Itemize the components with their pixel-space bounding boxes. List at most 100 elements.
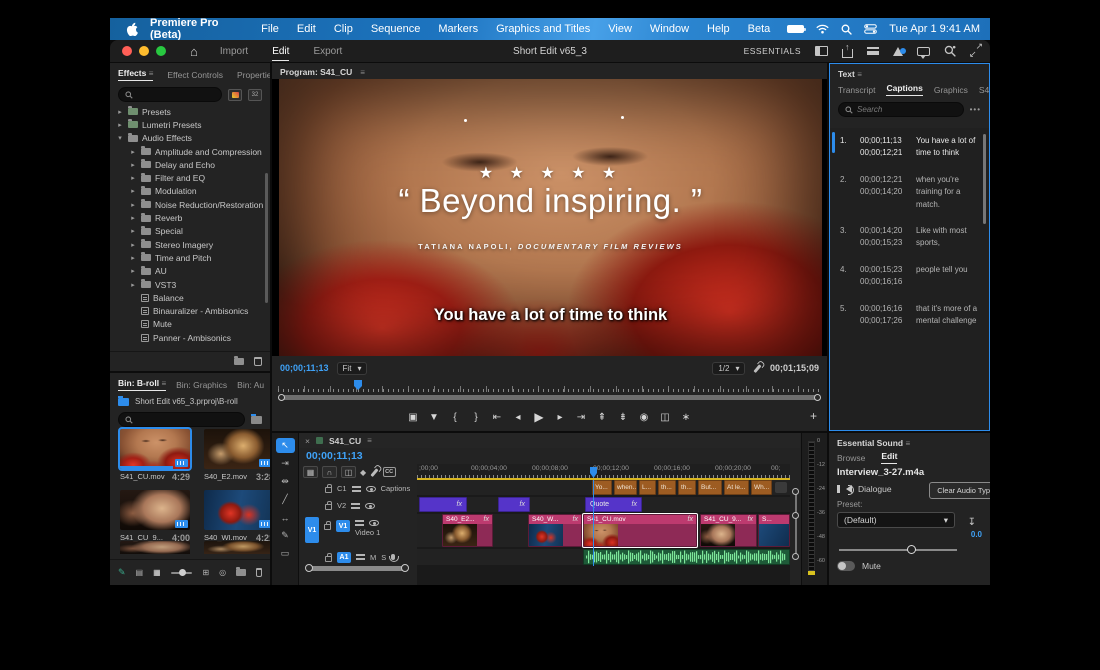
tree-collapsed-icon[interactable]: ▸ (129, 161, 137, 169)
clip-thumbnail[interactable] (120, 490, 190, 530)
selection-tool[interactable]: ↖ (276, 438, 295, 453)
automate-to-sequence-icon[interactable]: ⊞ (202, 568, 209, 577)
captions-search-input[interactable]: Search (838, 102, 964, 117)
caption-list-item[interactable]: 5. 00;00;16;1600;00;17;26 that it's more… (830, 296, 989, 335)
add-marker-icon[interactable]: ▼ (429, 412, 439, 423)
find-icon[interactable]: ◎ (219, 568, 226, 577)
control-center-icon[interactable] (864, 24, 877, 34)
pen-tool[interactable]: ✎ (276, 528, 295, 543)
caption-list-item[interactable]: 3. 00;00;14;2000;00;15;23 Like with most… (830, 218, 989, 257)
bin-search-input[interactable] (118, 412, 245, 427)
track-visibility-icon[interactable] (369, 520, 379, 526)
tab-captions[interactable]: Captions (886, 83, 922, 96)
menu-file[interactable]: File (252, 23, 288, 35)
new-bin-icon[interactable] (251, 416, 262, 424)
slider-knob[interactable] (907, 545, 916, 554)
caption-list-item[interactable]: 4. 00;00;15;2300;00;16;16 people tell yo… (830, 257, 989, 296)
bin-clip-item[interactable]: S41_CU.mov4:29 (120, 429, 190, 482)
zoom-fit-dropdown[interactable]: Fit▾ (337, 362, 368, 375)
menu-view[interactable]: View (599, 23, 641, 35)
clip-thumbnail[interactable] (204, 541, 270, 554)
go-to-out-icon[interactable]: ⇥ (576, 412, 586, 423)
caption-clip[interactable]: th... (658, 480, 676, 495)
effects-tree-item[interactable]: ▾Audio Effects (110, 132, 264, 145)
clip-thumbnail[interactable] (204, 490, 270, 530)
extract-icon[interactable]: ⇟ (618, 412, 628, 423)
caption-list-item[interactable]: 1. 00;00;11;1300;00;12;21 You have a lot… (830, 128, 989, 167)
mark-out-icon[interactable]: } (471, 412, 481, 423)
snap-icon[interactable]: ∩ (322, 466, 337, 478)
tree-collapsed-icon[interactable]: ▸ (116, 108, 124, 116)
workspaces-icon[interactable] (815, 46, 828, 56)
more-options-icon[interactable]: ••• (970, 105, 981, 114)
linked-selection-icon[interactable]: ◫ (341, 466, 356, 478)
tree-collapsed-icon[interactable]: ▸ (116, 121, 124, 129)
video-clip[interactable]: S40_W...fx (528, 514, 582, 547)
video-clip[interactable]: S... (758, 514, 790, 547)
effects-tree-item[interactable]: ▸AU (110, 265, 264, 278)
step-forward-icon[interactable]: ▸ (555, 412, 565, 423)
accelerated-effects-badge[interactable] (228, 89, 242, 101)
tree-collapsed-icon[interactable]: ▸ (129, 241, 137, 249)
scrollbar-right-handle[interactable] (814, 394, 821, 401)
voiceover-record-icon[interactable] (391, 554, 395, 560)
track-options-icon[interactable] (355, 520, 364, 522)
search-icon[interactable] (944, 45, 956, 57)
workspace-label[interactable]: ESSENTIALS (744, 46, 801, 56)
effects-tree-item[interactable]: ▸VST3 (110, 278, 264, 291)
menu-beta[interactable]: Beta (739, 23, 780, 35)
lock-icon[interactable] (325, 504, 332, 510)
captions-visibility-icon[interactable]: CC (383, 467, 396, 477)
captions-scrollbar[interactable] (983, 134, 986, 224)
effects-tree-item[interactable]: ▸Lumetri Presets (110, 118, 264, 131)
track-select-forward-tool[interactable]: ⇥ (276, 456, 295, 471)
bin-breadcrumb[interactable]: Short Edit v65_3.prproj\B-roll (110, 394, 270, 409)
caption-text[interactable]: people tell you (916, 264, 983, 289)
new-bin-icon[interactable] (236, 569, 246, 576)
apple-menu[interactable] (120, 22, 144, 36)
tab-transcript[interactable]: Transcript (838, 85, 875, 95)
playback-resolution-dropdown[interactable]: 1/2▾ (712, 362, 745, 375)
effects-tree-item[interactable]: ▸Presets (110, 105, 264, 118)
track-header-v1[interactable]: V1 V1 Video 1 (299, 515, 417, 545)
effects-tree-item[interactable]: ▸Filter and EQ (110, 171, 264, 184)
menu-graphics-and-titles[interactable]: Graphics and Titles (487, 23, 599, 35)
effects-tree-item[interactable]: ▸Special (110, 225, 264, 238)
track-header-a1[interactable]: A1 M S (299, 550, 417, 564)
panel-menu-icon[interactable]: ≡ (149, 69, 154, 78)
panel-menu-icon[interactable]: ≡ (360, 68, 365, 77)
home-icon[interactable]: ⌂ (190, 44, 198, 59)
effects-tree-item[interactable]: Binauralizer - Ambisonics (110, 304, 264, 317)
menu-clip[interactable]: Clip (325, 23, 362, 35)
caption-text[interactable]: You have a lot of time to think (916, 135, 983, 160)
tree-collapsed-icon[interactable]: ▸ (129, 267, 137, 275)
close-window-button[interactable] (122, 46, 132, 56)
caption-text[interactable]: when you're training for a match. (916, 174, 983, 211)
track-target-v1[interactable]: V1 (336, 520, 350, 532)
tab-effects[interactable]: Effects ≡ (118, 68, 153, 81)
effects-tree-item[interactable]: ▸Modulation (110, 185, 264, 198)
timeline-playhead[interactable] (593, 480, 594, 566)
track-target-a1[interactable]: A1 (337, 552, 351, 563)
spotlight-icon[interactable] (841, 24, 852, 35)
quick-export-icon[interactable] (842, 49, 853, 58)
effects-tree-item[interactable]: Mute (110, 318, 264, 331)
caption-clip[interactable]: Wh... (751, 480, 772, 495)
intensity-slider[interactable] (839, 545, 957, 555)
wifi-icon[interactable] (816, 24, 829, 34)
bin-clip-item[interactable]: S40_E2.mov3:28 (204, 429, 270, 482)
settings-wrench-icon[interactable] (754, 364, 762, 373)
menu-help[interactable]: Help (698, 23, 739, 35)
project-settings-icon[interactable] (867, 47, 879, 55)
menubar-app-name[interactable]: Premiere Pro (Beta) (144, 17, 252, 41)
comparison-view-icon[interactable]: ▣ (408, 412, 418, 423)
caption-text[interactable]: that it's more of a mental challenge (916, 303, 983, 328)
mute-track-button[interactable]: M (370, 553, 376, 562)
timeline-vertical-scrollbar[interactable] (792, 488, 799, 560)
lock-icon[interactable] (325, 487, 332, 493)
caption-clip[interactable]: th... (678, 480, 696, 495)
panel-menu-icon[interactable]: ≡ (857, 70, 862, 79)
nested-sequence-icon[interactable]: ▦ (303, 466, 318, 478)
beta-feedback-icon[interactable] (893, 47, 903, 56)
caption-clip[interactable]: L... (639, 480, 656, 495)
